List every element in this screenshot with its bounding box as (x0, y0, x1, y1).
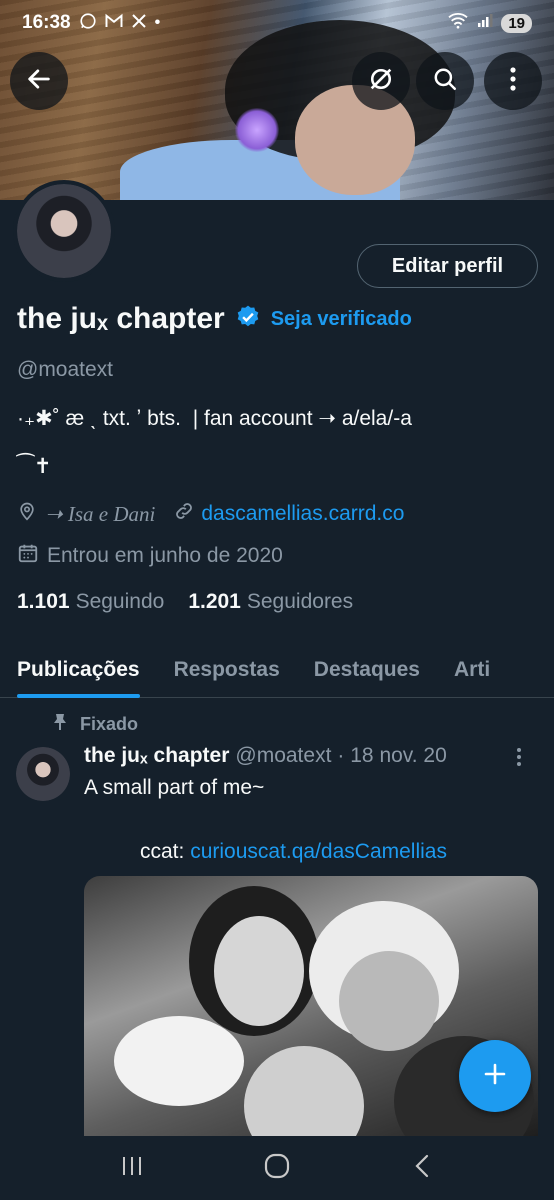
back-button[interactable] (10, 52, 68, 110)
followers-stat[interactable]: 1.201 Seguidores (188, 590, 353, 614)
arrow-left-icon (25, 65, 53, 98)
post-ccat-line: ccat: curiouscat.qa/dasCamellias (140, 840, 447, 864)
wifi-icon (447, 11, 469, 35)
following-stat[interactable]: 1.101 Seguindo (17, 590, 164, 614)
ccat-prefix: ccat: (140, 840, 191, 863)
tab-posts[interactable]: Publicações (17, 642, 140, 698)
search-icon (432, 66, 458, 97)
calendar-icon (17, 542, 39, 570)
verified-badge-icon (235, 304, 261, 335)
tab-highlights[interactable]: Destaques (314, 642, 420, 698)
battery-level: 19 (501, 13, 532, 33)
name-row: the juₓ chapter Seja verificado (17, 302, 412, 336)
followers-count: 1.201 (188, 590, 241, 613)
recent-apps-icon (120, 1155, 144, 1182)
profile-avatar[interactable] (13, 180, 115, 282)
link-icon (173, 500, 195, 528)
gmail-icon (105, 13, 123, 34)
pinned-indicator: Fixado (52, 713, 138, 736)
tab-articles[interactable]: Arti (454, 642, 490, 698)
whatsapp-icon (79, 12, 97, 35)
grok-icon (367, 65, 395, 98)
plus-icon (483, 1062, 507, 1091)
joined-date: Entrou em junho de 2020 (47, 544, 283, 567)
ccat-link[interactable]: curiouscat.qa/dasCamellias (190, 840, 447, 863)
follow-stats: 1.101 Seguindo 1.201 Seguidores (17, 590, 353, 614)
status-time: 16:38 (22, 12, 71, 33)
post-header: the juₓ chapter @moatext · 18 nov. 20 (84, 744, 447, 768)
back-nav-button[interactable] (392, 1143, 452, 1193)
more-vertical-icon (516, 748, 522, 772)
post-more-button[interactable] (516, 746, 536, 774)
following-count: 1.101 (17, 590, 70, 613)
location-text: ➝ Isa e Dani (45, 501, 156, 526)
bio-line-2: ⁀✝ (17, 455, 52, 478)
following-label: Seguindo (75, 590, 165, 613)
recent-apps-button[interactable] (102, 1143, 162, 1193)
tab-replies[interactable]: Respostas (174, 642, 280, 698)
grok-button[interactable] (352, 52, 410, 110)
home-circle-icon (264, 1153, 290, 1184)
get-verified-link[interactable]: Seja verificado (271, 308, 412, 331)
more-vertical-icon (509, 66, 517, 97)
joined-row: Entrou em junho de 2020 (17, 542, 283, 570)
profile-tabs: Publicações Respostas Destaques Arti (0, 642, 554, 698)
x-icon (131, 13, 147, 34)
edit-profile-button[interactable]: Editar perfil (357, 244, 538, 288)
display-name: the juₓ chapter (17, 302, 225, 335)
flower-decoration (235, 108, 279, 152)
pinned-label: Fixado (80, 714, 139, 734)
profile-handle: @moatext (17, 358, 114, 381)
post-author-handle[interactable]: @moatext (235, 744, 331, 768)
website-link[interactable]: dascamellias.carrd.co (201, 502, 404, 526)
dot-icon: • (154, 14, 161, 31)
post-author-avatar[interactable] (16, 747, 70, 801)
more-options-button[interactable] (484, 52, 542, 110)
system-nav-bar (0, 1136, 554, 1200)
chevron-left-icon (414, 1154, 430, 1183)
followers-label: Seguidores (246, 590, 354, 613)
bio-line-1: ·₊✱˚ æ ˎ txt. ʼ bts. | fan account ➝ a/e… (17, 407, 412, 430)
home-button[interactable] (247, 1143, 307, 1193)
profile-meta-row: ➝ Isa e Dani dascamellias.carrd.co (17, 500, 404, 528)
post-date[interactable]: · 18 nov. 20 (337, 744, 446, 768)
location-pin-icon (17, 500, 37, 528)
status-bar: 16:38 • 19 (0, 0, 554, 46)
signal-icon (477, 12, 493, 34)
post-text: A small part of me~ (84, 776, 265, 799)
pin-icon (52, 713, 68, 736)
search-button[interactable] (416, 52, 474, 110)
compose-post-button[interactable] (459, 1040, 531, 1112)
post-author-name[interactable]: the juₓ chapter (84, 744, 229, 768)
